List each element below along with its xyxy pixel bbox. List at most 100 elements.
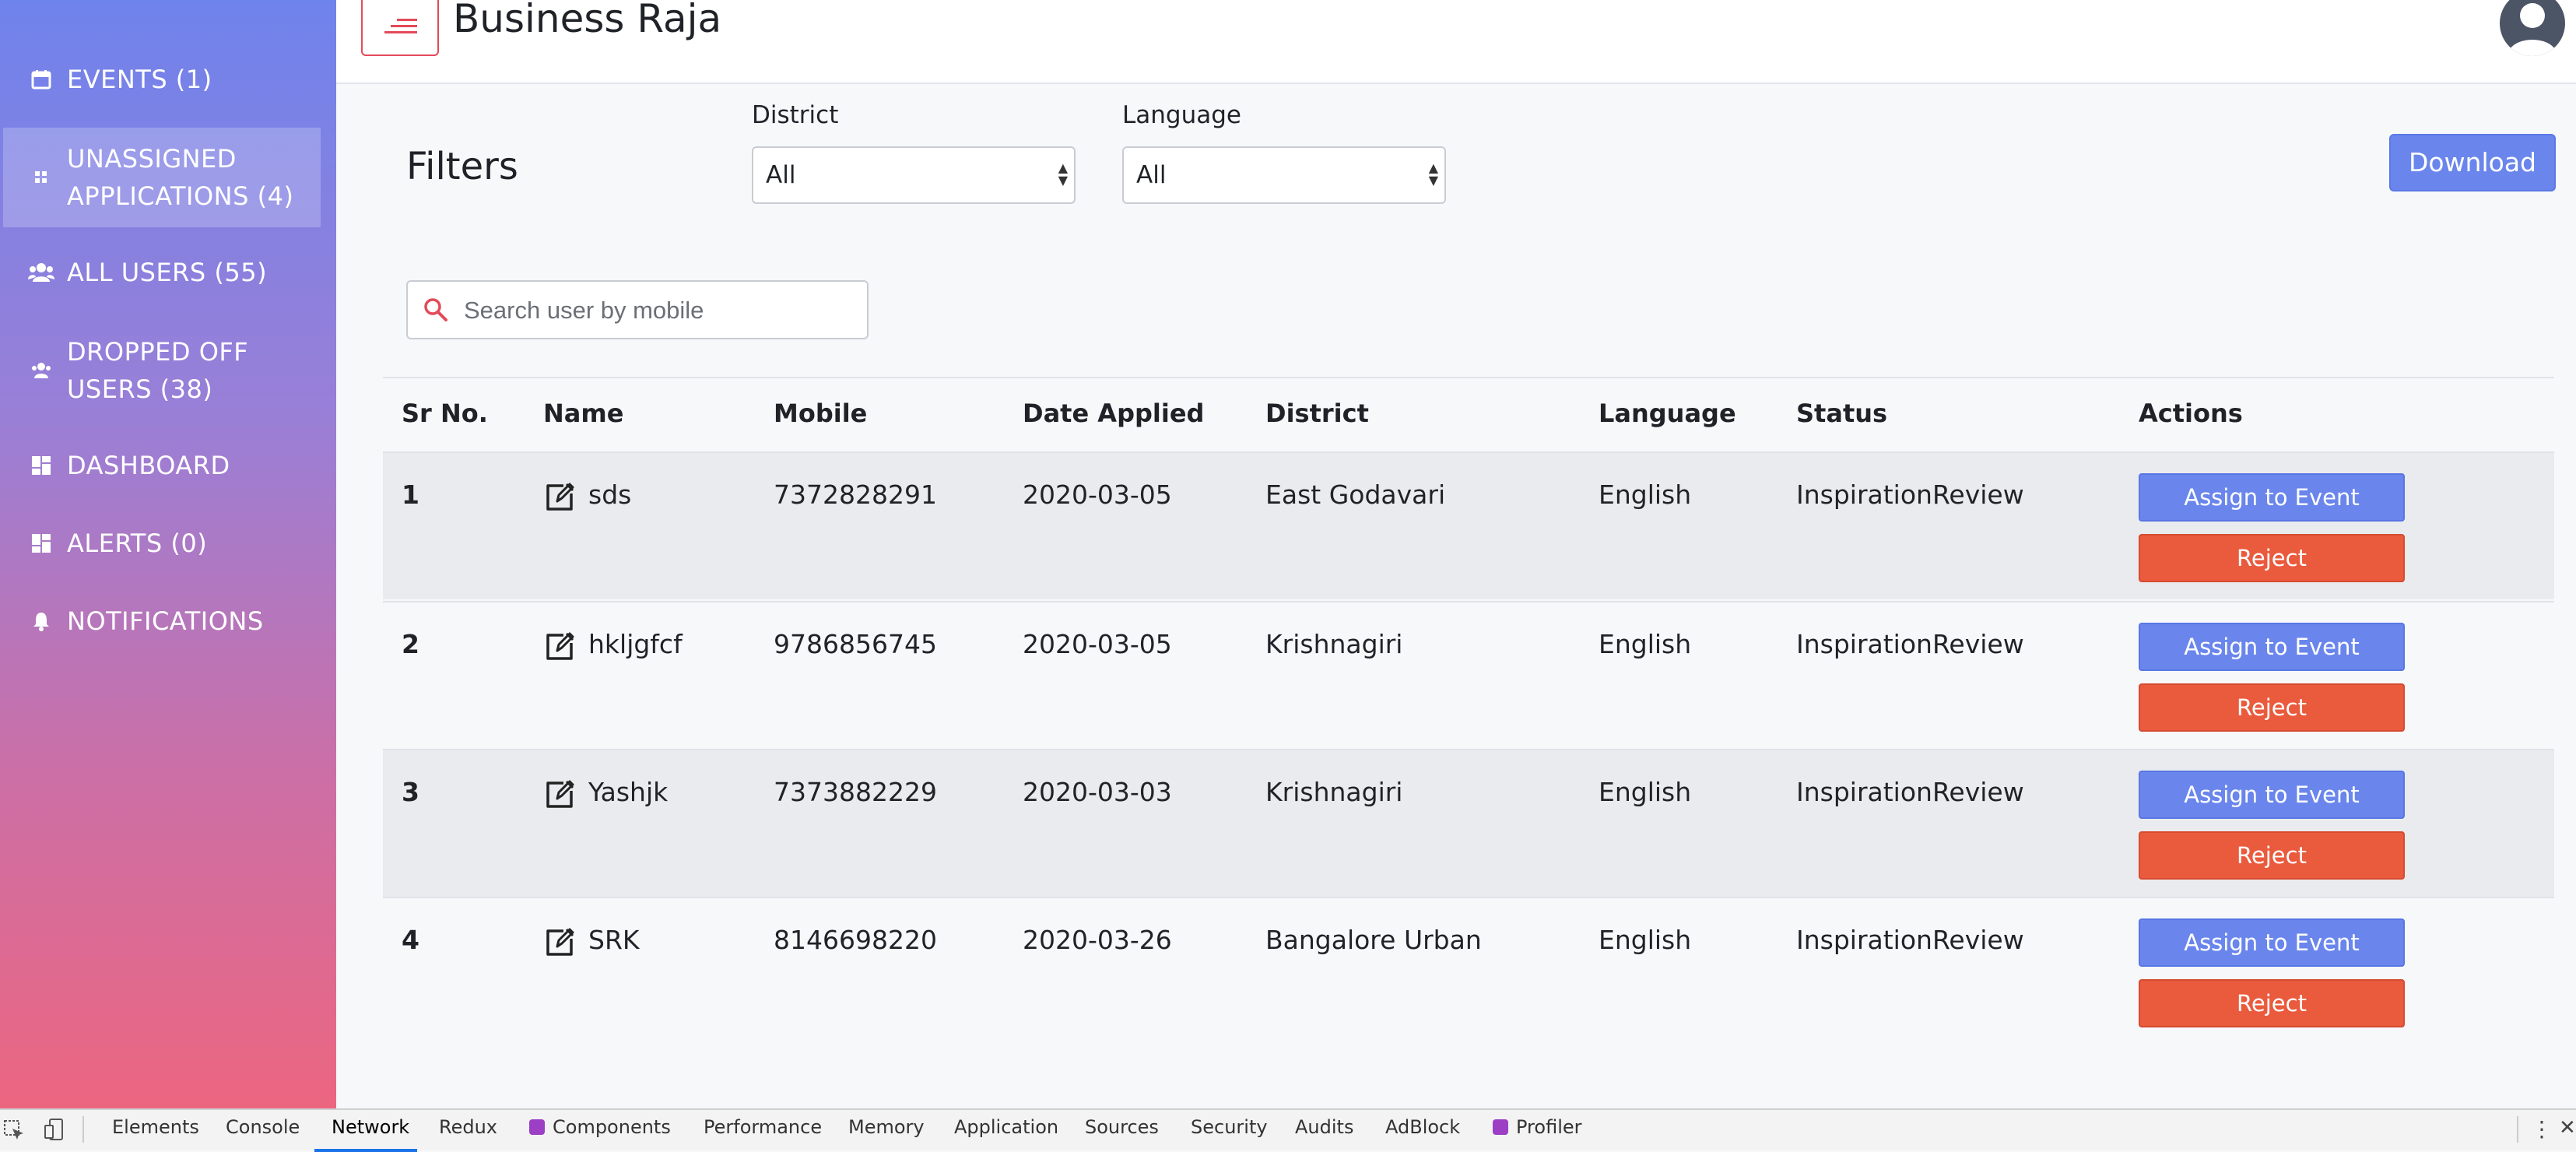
select-arrows-icon: ▲ ▼ (1058, 160, 1068, 188)
cell-status: InspirationReview (1796, 925, 2024, 955)
column-header-name: Name (543, 399, 624, 428)
column-header-sr-no: Sr No. (402, 399, 488, 428)
devtools-tab-sources[interactable]: Sources (1085, 1116, 1159, 1138)
table-row: 4 SRK 8146698220 2020-03-26 Bangalore Ur… (383, 898, 2554, 1045)
app-title: Business Raja (453, 0, 722, 41)
devtools-tab-performance[interactable]: Performance (704, 1116, 822, 1138)
cell-sr-no: 3 (402, 777, 419, 807)
cell-language: English (1599, 777, 1692, 807)
devtools-tab-console[interactable]: Console (226, 1116, 300, 1138)
edit-icon[interactable] (543, 629, 577, 663)
cell-sr-no: 4 (402, 925, 419, 955)
toolbar-divider (2517, 1116, 2518, 1143)
edit-icon[interactable] (543, 777, 577, 811)
devtools-tab-memory[interactable]: Memory (848, 1116, 925, 1138)
menu-toggle-button[interactable] (361, 0, 439, 56)
search-input[interactable] (462, 290, 855, 332)
reject-button[interactable]: Reject (2139, 534, 2405, 582)
column-header-language: Language (1599, 399, 1736, 428)
reject-button[interactable]: Reject (2139, 683, 2405, 732)
assign-to-event-button[interactable]: Assign to Event (2139, 771, 2405, 819)
sidebar-item-label: DASHBOARD (67, 451, 230, 480)
react-devtools-icon (1493, 1119, 1508, 1135)
hamburger-icon (397, 19, 417, 21)
filters-title: Filters (406, 145, 518, 188)
users-icon (28, 259, 54, 286)
assign-to-event-button[interactable]: Assign to Event (2139, 918, 2405, 967)
select-arrows-icon: ▲ ▼ (1428, 160, 1438, 188)
devtools-tab-bar: Elements Console Network Redux Component… (0, 1108, 2576, 1152)
district-select[interactable]: All ▲ ▼ (752, 146, 1076, 204)
cell-name: sds (588, 479, 632, 510)
cell-mobile: 7373882229 (774, 777, 937, 807)
sidebar: EVENTS (1) UNASSIGNED APPLICATIONS (4) A… (0, 0, 336, 1108)
devtools-tab-elements[interactable]: Elements (112, 1116, 199, 1138)
devtools-tab-network[interactable]: Network (332, 1116, 409, 1138)
cell-status: InspirationReview (1796, 479, 2024, 510)
cell-status: InspirationReview (1796, 777, 2024, 807)
assign-to-event-button[interactable]: Assign to Event (2139, 623, 2405, 671)
users-dropped-icon (28, 357, 54, 384)
column-header-actions: Actions (2139, 399, 2243, 428)
table-row: 3 Yashjk 7373882229 2020-03-03 Krishnagi… (383, 750, 2554, 897)
cell-district: Krishnagiri (1265, 629, 1403, 659)
cell-district: East Godavari (1265, 479, 1446, 510)
sidebar-item-dropped-off-users[interactable]: DROPPED OFF USERS (38) (0, 333, 336, 408)
cell-language: English (1599, 479, 1692, 510)
dashboard-icon (28, 530, 54, 557)
devtools-tab-audits[interactable]: Audits (1295, 1116, 1353, 1138)
table-top-divider (383, 377, 2554, 378)
devtools-tab-application[interactable]: Application (954, 1116, 1058, 1138)
download-button[interactable]: Download (2389, 134, 2556, 191)
sidebar-item-events[interactable]: EVENTS (1) (0, 61, 336, 98)
table-row: 2 hkljgfcf 9786856745 2020-03-05 Krishna… (383, 602, 2554, 749)
sidebar-item-unassigned-applications[interactable]: UNASSIGNED APPLICATIONS (4) (3, 128, 321, 227)
more-options-icon[interactable]: ⋮ (2531, 1116, 2553, 1142)
bell-icon (28, 608, 54, 634)
sidebar-item-label-line2: USERS (38) (67, 374, 213, 404)
sidebar-item-alerts[interactable]: ALERTS (0) (0, 525, 336, 562)
sidebar-item-label-line1: UNASSIGNED (67, 144, 237, 174)
column-header-date-applied: Date Applied (1023, 399, 1205, 428)
cell-mobile: 7372828291 (774, 479, 937, 510)
close-devtools-icon[interactable]: ✕ (2559, 1116, 2576, 1140)
inspect-element-icon[interactable] (3, 1119, 25, 1144)
dashboard-icon (28, 452, 54, 479)
cell-status: InspirationReview (1796, 629, 2024, 659)
selected-tab-indicator (314, 1149, 417, 1152)
language-select[interactable]: All ▲ ▼ (1122, 146, 1446, 204)
cell-name: SRK (588, 925, 640, 955)
edit-icon[interactable] (543, 479, 577, 514)
sidebar-item-label: EVENTS (1) (67, 65, 212, 94)
devtools-tab-components[interactable]: Components (529, 1116, 671, 1138)
react-devtools-icon (529, 1119, 545, 1135)
devtools-tab-security[interactable]: Security (1191, 1116, 1268, 1138)
sidebar-item-all-users[interactable]: ALL USERS (55) (0, 254, 336, 291)
reject-button[interactable]: Reject (2139, 979, 2405, 1027)
cell-name: Yashjk (588, 777, 669, 807)
sidebar-item-notifications[interactable]: NOTIFICATIONS (0, 602, 336, 640)
sidebar-item-label-line2: APPLICATIONS (4) (67, 181, 294, 211)
devtools-tab-redux[interactable]: Redux (439, 1116, 497, 1138)
language-filter-label: Language (1122, 101, 1241, 129)
search-icon (422, 296, 450, 324)
devtools-tab-adblock[interactable]: AdBlock (1385, 1116, 1460, 1138)
column-header-status: Status (1796, 399, 1888, 428)
device-toolbar-icon[interactable] (44, 1118, 67, 1144)
reject-button[interactable]: Reject (2139, 831, 2405, 880)
cell-date-applied: 2020-03-05 (1023, 629, 1172, 659)
toolbar-divider (82, 1116, 84, 1143)
column-header-district: District (1265, 399, 1369, 428)
cell-date-applied: 2020-03-26 (1023, 925, 1172, 955)
cell-district: Krishnagiri (1265, 777, 1403, 807)
sidebar-item-label: ALL USERS (55) (67, 258, 268, 287)
cell-district: Bangalore Urban (1265, 925, 1482, 955)
cell-language: English (1599, 629, 1692, 659)
devtools-tab-profiler[interactable]: Profiler (1493, 1116, 1582, 1138)
edit-icon[interactable] (543, 925, 577, 959)
sidebar-item-label: ALERTS (0) (67, 529, 208, 558)
sidebar-item-label: NOTIFICATIONS (67, 606, 264, 636)
sidebar-item-dashboard[interactable]: DASHBOARD (0, 447, 336, 484)
language-select-value: All (1136, 161, 1167, 189)
assign-to-event-button[interactable]: Assign to Event (2139, 473, 2405, 522)
